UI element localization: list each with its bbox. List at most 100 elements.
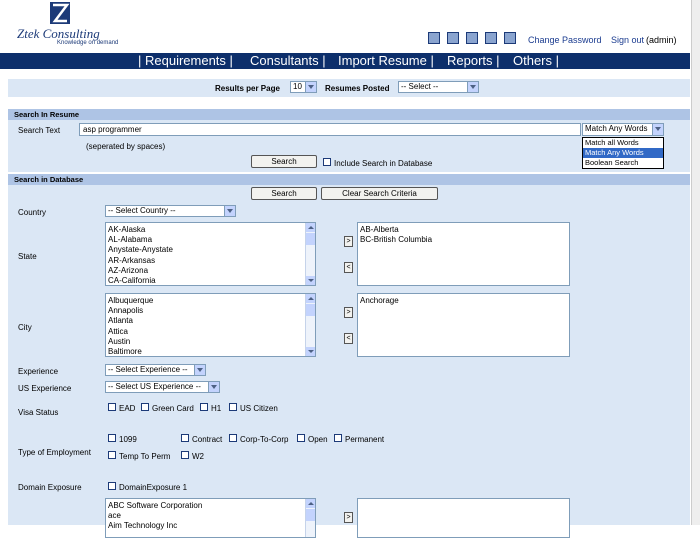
sign-out-link[interactable]: Sign out — [611, 35, 644, 45]
employment-open-checkbox[interactable] — [297, 434, 305, 442]
visa-green-card-checkbox[interactable] — [141, 403, 149, 411]
list-item[interactable]: Annapolis — [108, 306, 315, 316]
resume-search-button[interactable]: Search — [251, 155, 317, 168]
list-item[interactable]: ABC Software Corporation — [108, 501, 315, 511]
selected-city-list[interactable]: Anchorage — [357, 293, 570, 357]
state-list-scrollbar[interactable] — [305, 223, 315, 285]
employment-1099-checkbox[interactable] — [108, 434, 116, 442]
search-text-label: Search Text — [18, 126, 61, 135]
company-list[interactable]: ABC Software Corporation ace Aim Technol… — [105, 498, 316, 538]
nav-others[interactable]: Others | — [513, 53, 559, 69]
list-item[interactable]: AZ-Arizona — [108, 266, 315, 276]
search-text-input[interactable]: asp programmer — [79, 123, 581, 136]
employment-contract-checkbox[interactable] — [181, 434, 189, 442]
list-item[interactable]: Anchorage — [360, 296, 569, 306]
nav-import-resume[interactable]: Import Resume | — [338, 53, 434, 69]
remove-state-button[interactable]: < — [344, 262, 353, 273]
employment-w2-label: W2 — [192, 452, 204, 461]
visa-us-citizen-checkbox[interactable] — [229, 403, 237, 411]
main-nav: | Requirements | Consultants | Import Re… — [0, 53, 690, 69]
list-item[interactable]: AL-Alabama — [108, 235, 315, 245]
nav-requirements[interactable]: | Requirements | — [138, 53, 233, 69]
visa-h1-checkbox[interactable] — [200, 403, 208, 411]
list-item[interactable]: ace — [108, 511, 315, 521]
experience-label: Experience — [18, 367, 59, 376]
employment-temp-to-perm-checkbox[interactable] — [108, 451, 116, 459]
list-item[interactable]: AB-Alberta — [360, 225, 569, 235]
print-icon[interactable] — [428, 32, 440, 44]
visa-green-card-label: Green Card — [152, 404, 194, 413]
resumes-posted-select[interactable]: -- Select -- — [398, 81, 479, 93]
employment-corp-to-corp-label: Corp-To-Corp — [240, 435, 289, 444]
visa-h1-label: H1 — [211, 404, 222, 413]
visa-status-label: Visa Status — [18, 408, 59, 417]
domain-exposure-checkbox[interactable] — [108, 482, 116, 490]
db-search-header: Search in Database — [8, 174, 690, 185]
visa-ead-label: EAD — [119, 404, 136, 413]
state-list[interactable]: AK-Alaska AL-Alabama Anystate-Anystate A… — [105, 222, 316, 286]
domain-exposure-option-label: DomainExposure 1 — [119, 483, 188, 492]
resume-search-header: Search In Resume — [8, 109, 690, 120]
country-select[interactable]: -- Select Country -- — [105, 205, 236, 217]
employment-temp-to-perm-label: Temp To Perm — [119, 452, 171, 461]
calendar-icon[interactable] — [447, 32, 459, 44]
match-option-all[interactable]: Match all Words — [583, 138, 663, 148]
selected-company-list[interactable] — [357, 498, 570, 538]
current-user: (admin) — [646, 35, 677, 45]
clock-icon[interactable] — [466, 32, 478, 44]
employment-w2-checkbox[interactable] — [181, 451, 189, 459]
list-item[interactable]: Aim Technology Inc — [108, 521, 315, 531]
results-per-page-select[interactable]: 10 — [290, 81, 317, 93]
selected-state-list[interactable]: AB-Alberta BC-British Columbia — [357, 222, 570, 286]
list-item[interactable]: Anystate-Anystate — [108, 245, 315, 255]
db-search-button[interactable]: Search — [251, 187, 317, 200]
page-scrollbar[interactable] — [691, 0, 700, 525]
resumes-posted-label: Resumes Posted — [325, 84, 390, 93]
experience-select[interactable]: -- Select Experience -- — [105, 364, 206, 376]
list-item[interactable]: BC-British Columbia — [360, 235, 569, 245]
city-label: City — [18, 323, 32, 332]
remove-city-button[interactable]: < — [344, 333, 353, 344]
match-option-boolean[interactable]: Boolean Search — [583, 158, 663, 168]
results-per-page-label: Results per Page — [215, 84, 280, 93]
city-list[interactable]: Albuquerque Annapolis Atlanta Attica Aus… — [105, 293, 316, 357]
state-label: State — [18, 252, 37, 261]
add-state-button[interactable]: > — [344, 236, 353, 247]
match-option-any[interactable]: Match Any Words — [583, 148, 663, 158]
list-item[interactable]: Attica — [108, 327, 315, 337]
change-password-link[interactable]: Change Password — [528, 35, 602, 45]
add-company-button[interactable]: > — [344, 512, 353, 523]
list-item[interactable]: Austin — [108, 337, 315, 347]
document-icon[interactable] — [504, 32, 516, 44]
list-item[interactable]: Atlanta — [108, 316, 315, 326]
list-icon[interactable] — [485, 32, 497, 44]
logo-icon — [50, 2, 70, 24]
employment-open-label: Open — [308, 435, 328, 444]
employment-corp-to-corp-checkbox[interactable] — [229, 434, 237, 442]
match-mode-dropdown: Match all Words Match Any Words Boolean … — [582, 137, 664, 169]
employment-type-label: Type of Employment — [18, 448, 91, 457]
city-list-scrollbar[interactable] — [305, 294, 315, 356]
us-experience-select[interactable]: -- Select US Experience -- — [105, 381, 220, 393]
include-db-checkbox[interactable] — [323, 158, 331, 166]
match-mode-select[interactable]: Match Any Words — [582, 123, 664, 136]
domain-exposure-label: Domain Exposure — [18, 483, 82, 492]
list-item[interactable]: Albuquerque — [108, 296, 315, 306]
clear-criteria-button[interactable]: Clear Search Criteria — [321, 187, 438, 200]
company-list-scrollbar[interactable] — [305, 499, 315, 537]
us-experience-label: US Experience — [18, 384, 72, 393]
list-item[interactable]: Baltimore — [108, 347, 315, 356]
list-item[interactable]: AK-Alaska — [108, 225, 315, 235]
visa-ead-checkbox[interactable] — [108, 403, 116, 411]
nav-consultants[interactable]: Consultants | — [250, 53, 326, 69]
search-hint: (seperated by spaces) — [86, 142, 166, 151]
add-city-button[interactable]: > — [344, 307, 353, 318]
employment-permanent-checkbox[interactable] — [334, 434, 342, 442]
brand-tagline: Knowledge on demand — [57, 40, 119, 46]
visa-us-citizen-label: US Citizen — [240, 404, 278, 413]
nav-reports[interactable]: Reports | — [447, 53, 500, 69]
list-item[interactable]: CA-California — [108, 276, 315, 285]
include-db-label: Include Search in Database — [334, 159, 433, 168]
country-label: Country — [18, 208, 47, 217]
list-item[interactable]: AR-Arkansas — [108, 256, 315, 266]
